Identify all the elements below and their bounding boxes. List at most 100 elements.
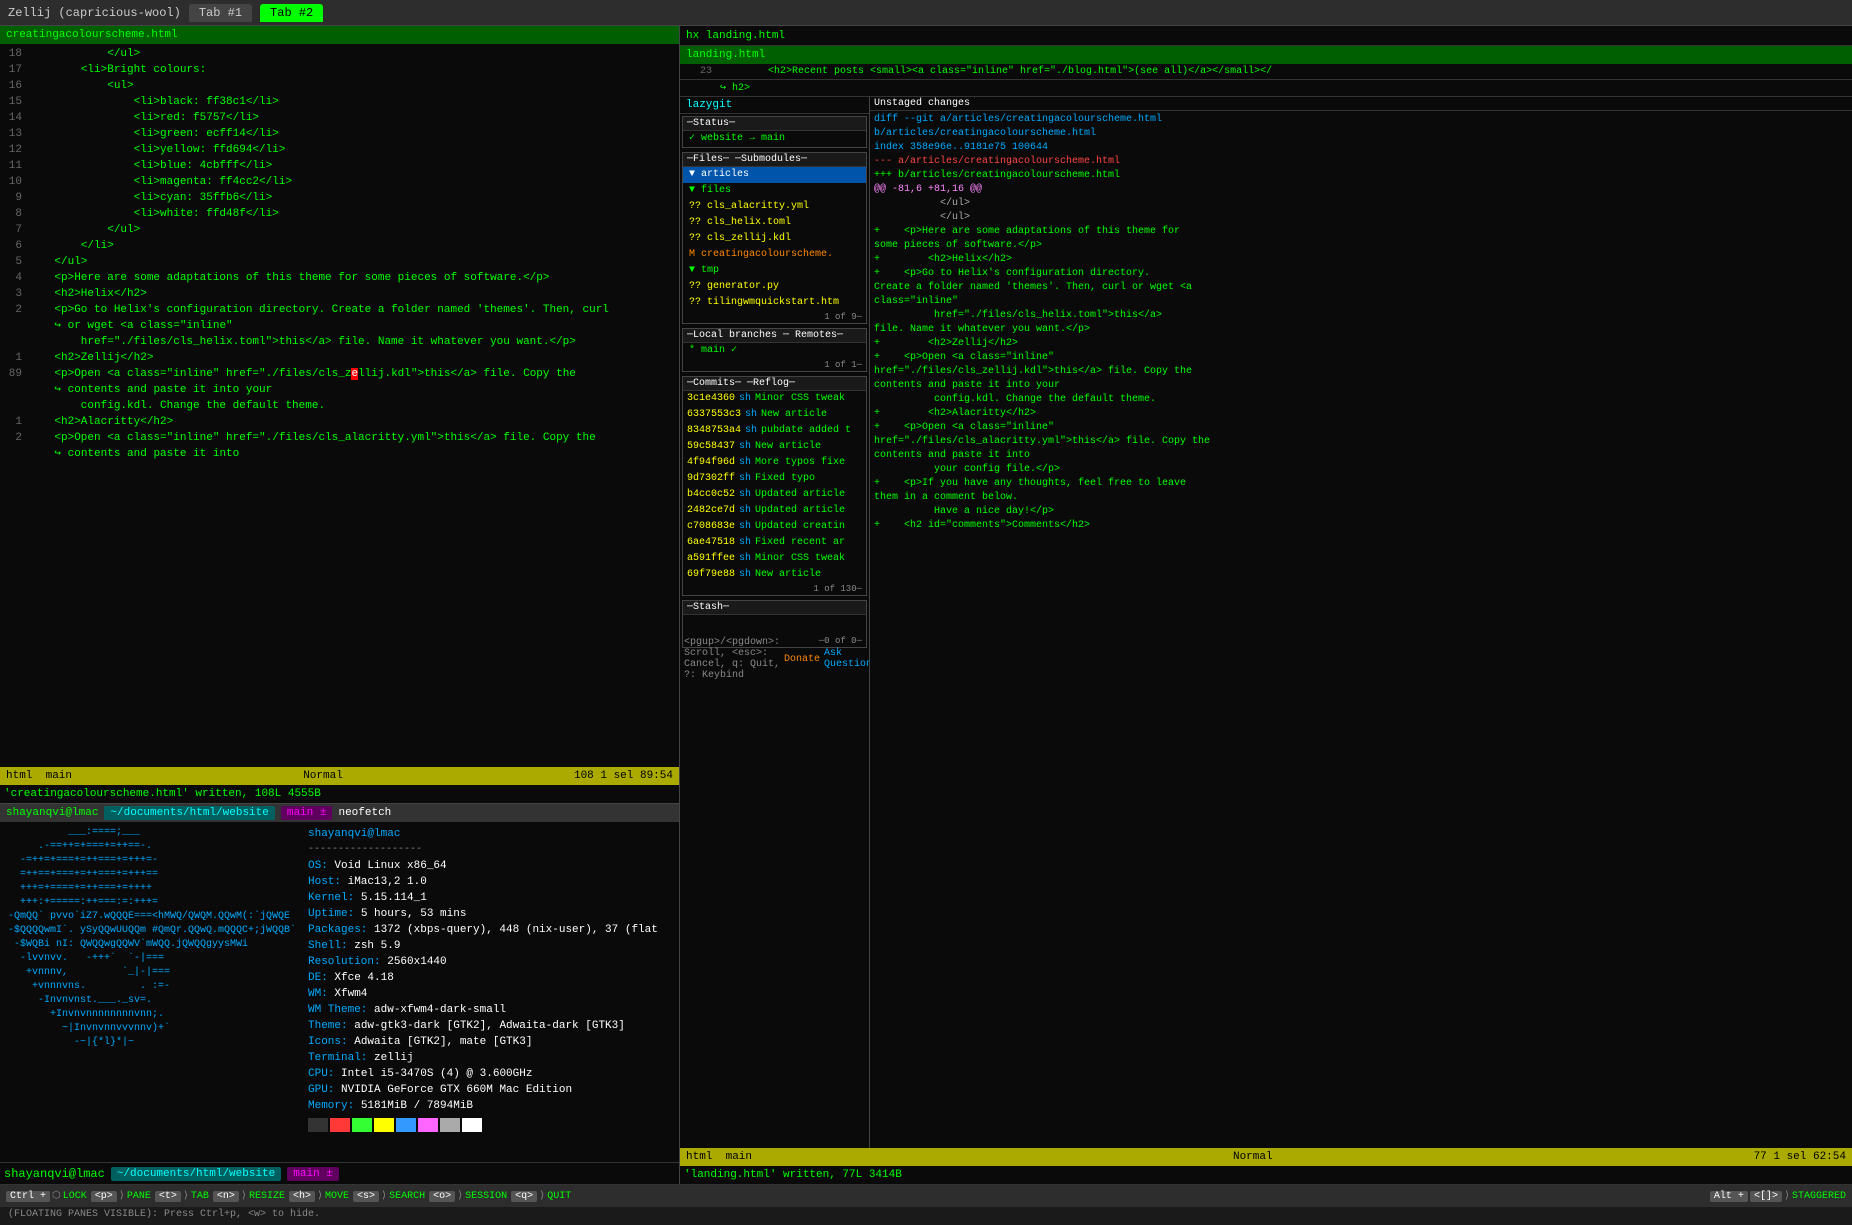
lazygit-panel: lazygit ─Status─ ✓ website → main ─Files…	[680, 97, 870, 1148]
code-line: 18 </ul>	[0, 46, 679, 62]
files-scroll: 1 of 9─	[683, 311, 866, 323]
file-item-tiling[interactable]: ?? tilingwmquickstart.htm	[683, 295, 866, 311]
stash-title: ─Stash─	[683, 601, 866, 615]
info-kernel: Kernel: 5.15.114_1	[308, 890, 671, 906]
donate-link: Donate	[784, 654, 820, 665]
right-cmdline: 'landing.html' written, 77L 3414B	[680, 1166, 1852, 1184]
left-status-mode: Normal	[303, 770, 343, 782]
code-line: 2 <p>Go to Helix's configuration directo…	[0, 302, 679, 318]
left-editor-content[interactable]: 18 </ul> 17 <li>Bright colours: 16 <ul>	[0, 44, 679, 767]
file-item-zellij[interactable]: ?? cls_zellij.kdl	[683, 231, 866, 247]
info-wm-theme: WM Theme: adw-xfwm4-dark-small	[308, 1002, 671, 1018]
kb-pane: <p> ⟩ PANE	[91, 1190, 151, 1202]
kb-move: <h> ⟩ MOVE	[289, 1190, 349, 1202]
color-swatches	[308, 1118, 671, 1132]
terminal-prompt-bottom: shayanqvi@lmac ~/documents/html/website …	[0, 1162, 679, 1184]
code-line: 89 <p>Open <a class="inline" href="./fil…	[0, 366, 679, 382]
right-editor-titlebar: landing.html	[680, 46, 1852, 64]
info-theme: Theme: adw-gtk3-dark [GTK2], Adwaita-dar…	[308, 1018, 671, 1034]
info-os: OS: Void Linux x86_64	[308, 858, 671, 874]
terminal-user: shayanqvi@lmac	[6, 807, 98, 819]
code-line: config.kdl. Change the default theme.	[0, 398, 679, 414]
commit-item[interactable]: b4cc0c52shUpdated article	[683, 487, 866, 503]
tab-2[interactable]: Tab #2	[260, 4, 323, 22]
commit-item[interactable]: 69f79e88shNew article	[683, 567, 866, 583]
info-wm: WM: Xfwm4	[308, 986, 671, 1002]
prompt-user: shayanqvi@lmac	[4, 1167, 105, 1181]
left-editor-titlebar: creatingacolourscheme.html	[0, 26, 679, 44]
swatch-8	[462, 1118, 482, 1132]
file-item-helix[interactable]: ?? cls_helix.toml	[683, 215, 866, 231]
right-status-left: html main	[686, 1151, 752, 1163]
kb-session: <o> ⟩ SESSION	[429, 1190, 507, 1202]
kb-lock: Ctrl + ⬡ LOCK	[6, 1190, 87, 1202]
code-line: 14 <li>red: f5757</li>	[0, 110, 679, 126]
info-shell: Shell: zsh 5.9	[308, 938, 671, 954]
left-status-right: 108 1 sel 89:54	[574, 770, 673, 782]
tab-1[interactable]: Tab #1	[189, 4, 252, 22]
right-pane: hx landing.html landing.html 23 <h2>Rece…	[680, 26, 1852, 1184]
code-line: 11 <li>blue: 4cbfff</li>	[0, 158, 679, 174]
file-item-articles[interactable]: ▼ articles	[683, 167, 866, 183]
code-line: 1 <h2>Zellij</h2>	[0, 350, 679, 366]
branches-section: ─Local branches ─ Remotes─ * main ✓ 1 of…	[682, 328, 867, 372]
code-line: href="./files/cls_helix.toml">this</a> f…	[0, 334, 679, 350]
commit-item[interactable]: 6337553c3shNew article	[683, 407, 866, 423]
file-item-alacritty[interactable]: ?? cls_alacritty.yml	[683, 199, 866, 215]
commit-item[interactable]: 59c58437shNew article	[683, 439, 866, 455]
branch-main[interactable]: * main ✓	[683, 343, 866, 359]
file-item-tmp[interactable]: ▼ tmp	[683, 263, 866, 279]
right-status-mode: Normal	[1233, 1151, 1273, 1163]
kb-alt-staggered: Alt + <[]> ⟩ STAGGERED	[1710, 1190, 1846, 1202]
info-de: DE: Xfce 4.18	[308, 970, 671, 986]
file-item-generator[interactable]: ?? generator.py	[683, 279, 866, 295]
commit-item[interactable]: 2482ce7dshUpdated article	[683, 503, 866, 519]
code-line: 16 <ul>	[0, 78, 679, 94]
commit-item[interactable]: 4f94f96dshMore typos fixe	[683, 455, 866, 471]
commit-item[interactable]: c708683eshUpdated creatin	[683, 519, 866, 535]
left-editor-cmdline: 'creatingacolourscheme.html' written, 10…	[0, 785, 679, 803]
info-icons: Icons: Adwaita [GTK2], mate [GTK3]	[308, 1034, 671, 1050]
lazygit-title: lazygit	[680, 97, 869, 114]
branches-title: ─Local branches ─ Remotes─	[683, 329, 866, 343]
file-item-files[interactable]: ▼ files	[683, 183, 866, 199]
diff-title: Unstaged changes	[870, 97, 1852, 111]
code-line: 6 </li>	[0, 238, 679, 254]
commit-item[interactable]: 9d7302ffshFixed typo	[683, 471, 866, 487]
kb-search: <s> ⟩ SEARCH	[353, 1190, 425, 1202]
code-line: 4 <p>Here are some adaptations of this t…	[0, 270, 679, 286]
file-item-colourcheme[interactable]: M creatingacolourscheme.	[683, 247, 866, 263]
commit-item[interactable]: a591ffeeshMinor CSS tweak	[683, 551, 866, 567]
files-title: ─Files─ ─Submodules─	[683, 153, 866, 167]
neofetch-info: shayanqvi@lmac ------------------- OS: V…	[300, 822, 679, 1162]
neofetch-art: ___:====;___ .-==++=+===+=++==-. -=++=+=…	[0, 822, 300, 1162]
right-window-title: hx landing.html	[686, 30, 785, 42]
terminal-bottom: shayanqvi@lmac ~/documents/html/website …	[0, 804, 679, 1184]
main-content: creatingacolourscheme.html 18 </ul> 17 <…	[0, 26, 1852, 1184]
swatch-2	[330, 1118, 350, 1132]
prompt-branch: main ±	[287, 1167, 339, 1181]
code-line: 15 <li>black: ff38c1</li>	[0, 94, 679, 110]
diff-area: Unstaged changes diff --git a/articles/c…	[870, 97, 1852, 1148]
commit-item[interactable]: 6ae47518shFixed recent ar	[683, 535, 866, 551]
swatch-4	[374, 1118, 394, 1132]
stash-empty	[683, 615, 866, 635]
diff-content[interactable]: diff --git a/articles/creatingacoloursch…	[870, 111, 1852, 1148]
right-editor-window-title: hx landing.html	[680, 26, 1852, 46]
status-item[interactable]: ✓ website → main	[683, 131, 866, 147]
prompt-path: ~/documents/html/website	[111, 1167, 281, 1181]
commit-item[interactable]: 3c1e4360shMinor CSS tweak	[683, 391, 866, 407]
code-line: 17 <li>Bright colours:	[0, 62, 679, 78]
right-editor-header-line: 23 <h2>Recent posts <small><a class="inl…	[680, 64, 1852, 80]
title-bar: Zellij (capricious-wool) Tab #1 Tab #2	[0, 0, 1852, 26]
info-packages: Packages: 1372 (xbps-query), 448 (nix-us…	[308, 922, 671, 938]
status-section: ─Status─ ✓ website → main	[682, 116, 867, 148]
hint-line: (FLOATING PANES VISIBLE): Press Ctrl+p, …	[0, 1207, 1852, 1225]
commit-item[interactable]: 8348753a4shpubdate added t	[683, 423, 866, 439]
code-line: 10 <li>magenta: ff4cc2</li>	[0, 174, 679, 190]
info-host: Host: iMac13,2 1.0	[308, 874, 671, 890]
info-terminal: Terminal: zellij	[308, 1050, 671, 1066]
info-resolution: Resolution: 2560x1440	[308, 954, 671, 970]
swatch-3	[352, 1118, 372, 1132]
lazygit-help: <pgup>/<pgdown>: Scroll, <esc>: Cancel, …	[680, 650, 869, 668]
